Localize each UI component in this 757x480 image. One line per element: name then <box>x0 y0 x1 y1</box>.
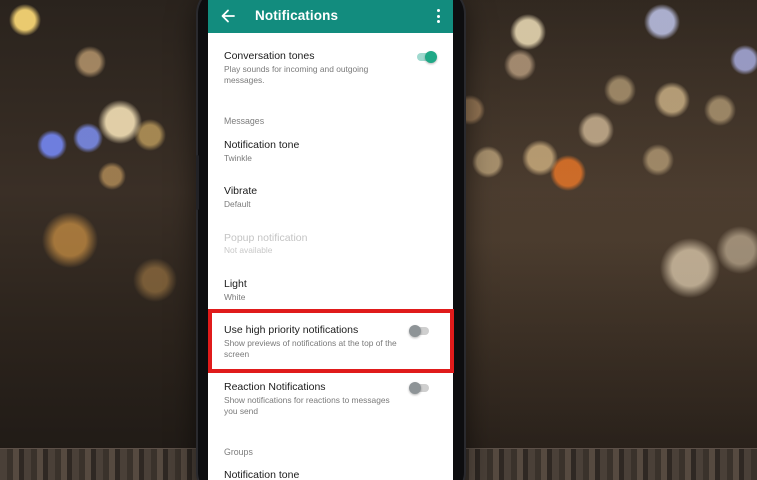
setting-title: Notification tone <box>224 469 300 480</box>
setting-light[interactable]: Light White <box>208 272 453 312</box>
setting-title: Vibrate <box>224 185 258 197</box>
app-bar: Notifications <box>208 0 453 33</box>
phone-side-button <box>196 155 199 210</box>
setting-subtitle: White <box>224 292 246 302</box>
reaction-notifications-toggle[interactable] <box>409 382 431 394</box>
section-header-groups: Groups <box>224 447 253 457</box>
page-title: Notifications <box>255 8 339 23</box>
setting-reaction-notifications[interactable]: Reaction Notifications Show notification… <box>208 376 453 426</box>
setting-title: Conversation tones <box>224 50 315 62</box>
highlight-box <box>208 309 454 373</box>
setting-subtitle: Default <box>224 199 251 209</box>
setting-title: Popup notification <box>224 232 308 244</box>
setting-title: Notification tone <box>224 139 300 151</box>
setting-title: Light <box>224 278 247 290</box>
background-tint <box>462 0 757 480</box>
setting-notification-tone[interactable]: Notification tone Twinkle <box>208 134 453 174</box>
setting-subtitle: Show notifications for reactions to mess… <box>224 395 390 416</box>
conversation-tones-toggle[interactable] <box>415 51 437 63</box>
setting-subtitle: Not available <box>224 245 273 255</box>
setting-title: Reaction Notifications <box>224 381 326 393</box>
setting-conversation-tones[interactable]: Conversation tones Play sounds for incom… <box>208 44 453 92</box>
more-vert-icon[interactable] <box>434 8 444 24</box>
setting-popup-notification: Popup notification Not available <box>208 226 453 266</box>
setting-vibrate[interactable]: Vibrate Default <box>208 180 453 220</box>
setting-group-notification-tone[interactable]: Notification tone <box>208 464 453 480</box>
setting-subtitle: Play sounds for incoming and outgoing me… <box>224 64 369 85</box>
arrow-back-icon[interactable] <box>221 7 235 25</box>
section-header-messages: Messages <box>224 116 265 126</box>
setting-subtitle: Twinkle <box>224 153 252 163</box>
phone-screen: Notifications Conversation tones Play so… <box>208 0 453 480</box>
